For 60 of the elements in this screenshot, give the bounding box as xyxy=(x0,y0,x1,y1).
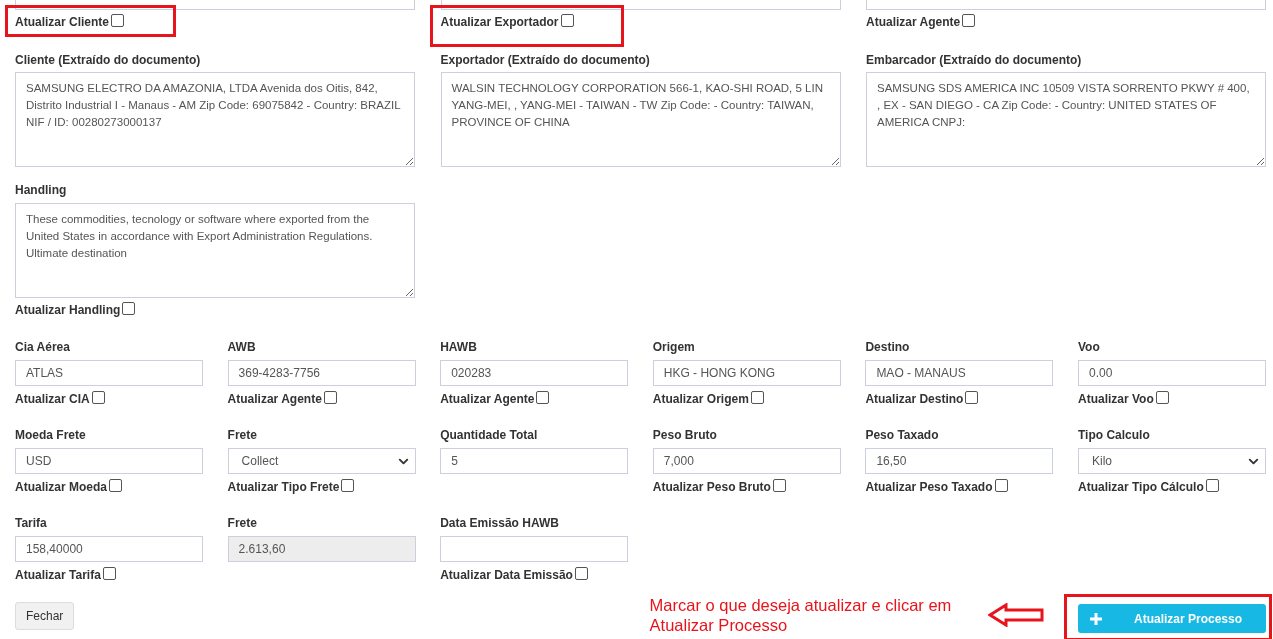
text-area[interactable] xyxy=(440,0,841,10)
field-label: Cia Aérea xyxy=(15,339,70,355)
field-label: Peso Taxado xyxy=(865,427,939,443)
field-label: Embarcador (Extraído do documento) xyxy=(866,52,1082,68)
text-field[interactable]: 020283 xyxy=(440,360,629,386)
text-field[interactable]: ATLAS xyxy=(15,360,203,386)
dropdown[interactable]: Kilo xyxy=(1077,448,1266,474)
update-checkbox[interactable]: Atualizar Agente xyxy=(866,14,976,30)
text-field[interactable]: HKG - HONG KONG xyxy=(652,360,841,386)
update-checkbox[interactable]: Atualizar Destino xyxy=(865,391,979,407)
update-checkbox[interactable]: Atualizar Tipo Frete xyxy=(227,479,355,495)
field-label: Tipo Calculo xyxy=(1077,427,1150,443)
dropdown[interactable]: Collect xyxy=(227,448,416,474)
field-label: Destino xyxy=(865,339,910,355)
close-button[interactable]: Fechar xyxy=(15,602,75,630)
text-area[interactable]: These commodities, tecnology or software where exported from the United States in accordance with Export Administration Regulations. Ultimate destination xyxy=(15,203,415,298)
update-checkbox[interactable]: Atualizar CIA xyxy=(15,391,105,407)
text-field[interactable] xyxy=(440,536,629,562)
field-label: Frete xyxy=(227,515,257,531)
field-label: Voo xyxy=(1077,339,1100,355)
plus-icon xyxy=(1090,612,1102,625)
update-checkbox[interactable]: Atualizar Peso Taxado xyxy=(865,479,1008,495)
text-field[interactable]: 0.00 xyxy=(1077,360,1266,386)
text-field[interactable]: 5 xyxy=(440,448,629,474)
text-area[interactable]: SAMSUNG SDS AMERICA INC 10509 VISTA SORRENTO PKWY # 400, , EX - SAN DIEGO - CA Zip Code: - Country: UNITED STATES OF AMERICA CNPJ: xyxy=(866,72,1266,167)
update-checkbox[interactable]: Atualizar Peso Bruto xyxy=(652,479,786,495)
annotation-note: Marcar o que deseja atualizar e clicar em Atualizar Processo xyxy=(649,595,953,635)
text-field[interactable]: 158,40000 xyxy=(15,536,203,562)
field-label: HAWB xyxy=(440,339,477,355)
update-checkbox[interactable]: Atualizar Origem xyxy=(652,391,764,407)
update-checkbox[interactable]: Atualizar Voo xyxy=(1077,391,1169,407)
field-label: Cliente (Extraído do documento) xyxy=(15,52,201,68)
update-checkbox[interactable]: Atualizar Agente xyxy=(440,391,550,407)
update-checkbox[interactable]: Atualizar Exportador xyxy=(440,14,574,30)
field-label: Data Emissão HAWB xyxy=(440,515,559,531)
field-label: Exportador (Extraído do documento) xyxy=(440,52,650,68)
field-label: Quantidade Total xyxy=(440,427,538,443)
text-field[interactable]: 7,000 xyxy=(652,448,841,474)
field-label: Frete xyxy=(227,427,257,443)
text-field[interactable]: USD xyxy=(15,448,203,474)
text-field[interactable]: 16,50 xyxy=(865,448,1054,474)
update-checkbox[interactable]: Atualizar Tipo Cálculo xyxy=(1077,479,1219,495)
text-field[interactable]: 369-4283-7756 xyxy=(227,360,416,386)
update-checkbox[interactable]: Atualizar Handling xyxy=(15,302,136,318)
text-area[interactable]: WALSIN TECHNOLOGY CORPORATION 566-1, KAO-SHI ROAD, 5 LIN YANG-MEI, , YANG-MEI - TAIWAN - TW Zip Code: - Country: TAIWAN, PROVINCE OF CHINA xyxy=(440,72,841,167)
text-area[interactable] xyxy=(15,0,415,10)
update-checkbox[interactable]: Atualizar Moeda xyxy=(15,479,122,495)
text-area[interactable]: SAMSUNG ELECTRO DA AMAZONIA, LTDA Avenida dos Oitis, 842, Distrito Industrial I - Manaus - AM Zip Code: 69075842 - Country: BRAZIL NIF / ID: 00280273000137 xyxy=(15,72,415,167)
field-label: Origem xyxy=(652,339,695,355)
text-field[interactable]: MAO - MANAUS xyxy=(865,360,1054,386)
update-checkbox[interactable]: Atualizar Data Emissão xyxy=(440,567,588,583)
left-arrow-icon xyxy=(988,603,1045,627)
field-label: Moeda Frete xyxy=(15,427,86,443)
field-label: Peso Bruto xyxy=(652,427,717,443)
update-checkbox[interactable]: Atualizar Cliente xyxy=(15,14,125,30)
field-label: AWB xyxy=(227,339,256,355)
field-label: Tarifa xyxy=(15,515,47,531)
update-checkbox[interactable]: Atualizar Agente xyxy=(227,391,337,407)
field-label: Handling xyxy=(15,182,67,198)
update-checkbox[interactable]: Atualizar Tarifa xyxy=(15,567,116,583)
